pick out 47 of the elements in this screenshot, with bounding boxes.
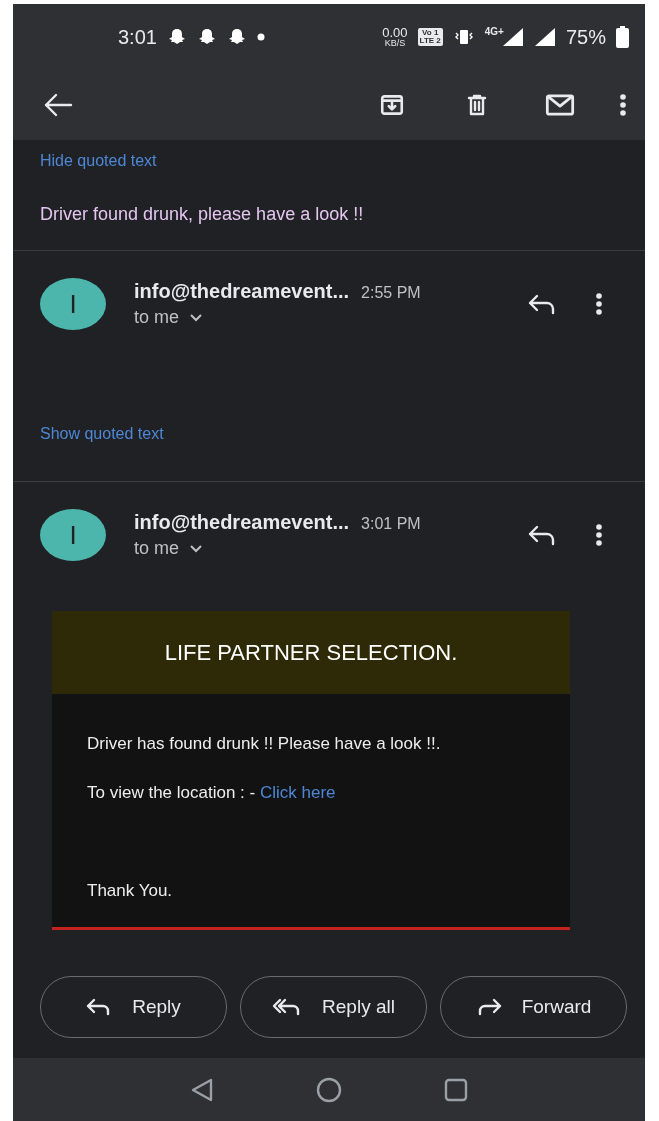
reply-icon (527, 524, 557, 546)
avatar: I (40, 509, 106, 561)
clock-time: 3:01 (118, 25, 157, 49)
more-button[interactable] (619, 93, 627, 117)
message-time: 3:01 PM (361, 515, 421, 533)
message-time: 2:55 PM (361, 284, 421, 302)
sender-name: info@thedreamevent... (134, 511, 350, 534)
data-unit: KB/S (384, 38, 406, 48)
click-here-link[interactable]: Click here (259, 783, 336, 802)
dot-icon (256, 33, 265, 41)
card-title: LIFE PARTNER SELECTION. (52, 611, 570, 694)
more-icon (595, 292, 603, 316)
network-type: 4G+ (484, 26, 504, 37)
volte-badge: Vo 1 LTE 2 (417, 28, 443, 46)
back-button[interactable] (43, 93, 73, 117)
avatar: I (40, 278, 106, 330)
recipient-toggle[interactable]: to me (134, 307, 204, 328)
archive-icon (379, 92, 405, 118)
closing-text: Thank You. (87, 881, 174, 901)
chevron-icon (189, 544, 204, 553)
mark-unread-button[interactable] (545, 93, 575, 117)
reply-button[interactable] (527, 524, 557, 546)
show-quoted-link[interactable]: Show quoted text (40, 425, 164, 443)
more-button[interactable] (595, 523, 603, 547)
recipient-toggle[interactable]: to me (134, 538, 204, 559)
battery-icon (616, 26, 629, 48)
delete-button[interactable] (465, 92, 489, 118)
envelope-icon (545, 93, 575, 117)
reply-button[interactable] (527, 293, 557, 315)
home-nav-button[interactable] (315, 1075, 343, 1104)
archive-button[interactable] (379, 92, 405, 118)
card-text: Driver has found drunk !! Please have a look !!. (87, 734, 442, 754)
signal-icon (533, 27, 556, 47)
more-button[interactable] (595, 292, 603, 316)
recents-nav-button[interactable] (443, 1076, 469, 1103)
data-speed: 0.00 (382, 26, 408, 39)
battery-percent: 75% (565, 25, 606, 49)
more-icon (619, 93, 627, 117)
hide-quoted-link[interactable]: Hide quoted text (40, 152, 157, 170)
reply-icon (527, 293, 557, 315)
location-line: To view the location : - Click here (87, 783, 337, 803)
trash-icon (465, 92, 489, 118)
more-icon (595, 523, 603, 547)
sender-name: info@thedreamevent... (134, 280, 350, 303)
message-body: Driver found drunk, please have a look !! (40, 204, 365, 225)
chevron-icon (189, 313, 204, 322)
back-nav-button[interactable] (189, 1076, 215, 1103)
